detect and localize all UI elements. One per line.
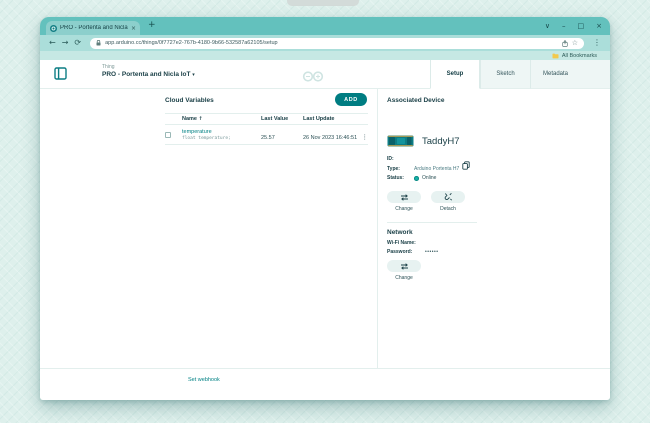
password-value: •••••• xyxy=(425,249,439,255)
thing-tabs: Setup Sketch Metadata xyxy=(430,60,610,89)
thing-label: Thing xyxy=(102,64,195,70)
detach-icon xyxy=(444,193,453,201)
variable-last-value: 25.57 xyxy=(261,135,275,141)
sort-asc-icon: ↑ xyxy=(199,116,203,122)
browser-menu-icon[interactable]: ⋮ xyxy=(593,39,601,47)
variables-table: Name ↑ Last Value Last Update xyxy=(165,113,368,145)
browser-toolbar: ← → ⟳ app.arduino.cc/things/0f7727e2-767… xyxy=(40,35,610,51)
device-status-value: Online xyxy=(422,175,436,181)
bookmark-star-icon[interactable]: ☆ xyxy=(572,40,578,47)
column-header-last-value[interactable]: Last Value xyxy=(261,116,303,122)
change-device-button[interactable] xyxy=(387,191,421,203)
arduino-favicon xyxy=(50,25,57,32)
address-bar[interactable]: app.arduino.cc/things/0f7727e2-767b-4180… xyxy=(90,38,584,49)
tab-strip-filler xyxy=(580,60,610,89)
copy-icon xyxy=(462,161,470,170)
network-title: Network xyxy=(387,229,413,236)
all-bookmarks-button[interactable]: All Bookmarks xyxy=(562,53,597,59)
tab-title: PRO - Portenta and Nicla IoT Th xyxy=(60,25,128,31)
setup-panel: Cloud Variables ADD Name ↑ Last Value xyxy=(40,89,610,400)
device-board-image xyxy=(387,135,414,147)
tab-sketch[interactable]: Sketch xyxy=(480,60,530,89)
column-divider xyxy=(377,89,378,368)
url-text: app.arduino.cc/things/0f7727e2-767b-4180… xyxy=(105,40,558,46)
associated-device-title: Associated Device xyxy=(387,97,444,104)
table-header-row: Name ↑ Last Value Last Update xyxy=(165,113,368,125)
wifi-row: Wi-Fi Name: xyxy=(387,240,425,246)
new-tab-button[interactable]: + xyxy=(148,20,156,30)
device-status-row: Status: Online xyxy=(387,175,436,181)
tab-close-icon[interactable]: × xyxy=(131,25,136,32)
lock-icon xyxy=(96,40,101,46)
browser-window: PRO - Portenta and Nicla IoT Th × + ∨ – … xyxy=(40,17,610,400)
minimize-button[interactable]: – xyxy=(562,22,566,30)
device-type-value: Arduino Portenta H7 xyxy=(414,166,459,172)
close-window-button[interactable]: × xyxy=(596,22,602,30)
thing-name-dropdown[interactable]: PRO - Portenta and Nicla IoT ▾ xyxy=(102,71,195,78)
desktop-background: PRO - Portenta and Nicla IoT Th × + ∨ – … xyxy=(0,0,650,423)
arduino-logo-icon xyxy=(302,69,324,87)
sidebar-toggle-button[interactable] xyxy=(54,67,67,85)
browser-tab-bar: PRO - Portenta and Nicla IoT Th × + ∨ – … xyxy=(40,17,610,35)
device-id-row: ID: xyxy=(387,156,414,162)
row-checkbox[interactable] xyxy=(165,132,171,138)
device-type-row: Type: Arduino Portenta H7 xyxy=(387,166,459,172)
thing-header: Thing PRO - Portenta and Nicla IoT ▾ xyxy=(40,60,610,89)
set-webhook-link[interactable]: Set webhook xyxy=(188,377,220,383)
column-header-last-update[interactable]: Last Update xyxy=(303,116,360,122)
cloud-variables-title: Cloud Variables xyxy=(165,97,214,104)
sidebar-toggle-icon xyxy=(54,67,67,80)
table-row: temperature float temperature; 25.57 26 … xyxy=(165,125,368,145)
bookmarks-bar: All Bookmarks xyxy=(40,51,610,60)
column-header-name[interactable]: Name ↑ xyxy=(182,116,261,122)
share-icon[interactable] xyxy=(562,40,568,47)
variable-declaration: float temperature; xyxy=(182,136,261,141)
arduino-cloud-page: Thing PRO - Portenta and Nicla IoT ▾ xyxy=(40,60,610,400)
forward-icon[interactable]: → xyxy=(62,39,69,47)
back-icon[interactable]: ← xyxy=(49,39,56,47)
change-network-button[interactable] xyxy=(387,260,421,272)
password-row: Password: •••••• xyxy=(387,249,439,255)
variable-last-update: 26 Nov 2023 16:46:51 xyxy=(303,135,357,141)
folder-icon xyxy=(552,53,559,59)
tab-setup[interactable]: Setup xyxy=(430,60,480,89)
tab-metadata[interactable]: Metadata xyxy=(530,60,580,89)
copy-id-button[interactable] xyxy=(462,157,470,175)
detach-device-label: Detach xyxy=(431,206,465,212)
add-variable-button[interactable]: ADD xyxy=(335,93,367,106)
reload-icon[interactable]: ⟳ xyxy=(74,39,81,47)
swap-icon xyxy=(400,263,409,270)
device-name: TaddyH7 xyxy=(422,136,460,147)
device-summary: TaddyH7 xyxy=(387,135,460,147)
screen-notch xyxy=(287,0,359,6)
webhook-footer: Set webhook xyxy=(40,368,610,400)
row-menu-icon[interactable]: ⋮ xyxy=(362,133,369,141)
thing-title-block: Thing PRO - Portenta and Nicla IoT ▾ xyxy=(102,64,195,78)
change-device-label: Change xyxy=(387,206,421,212)
online-status-icon xyxy=(414,176,419,181)
tab-search-icon[interactable]: ∨ xyxy=(545,22,550,30)
change-network-label: Change xyxy=(387,275,421,281)
maximize-button[interactable]: □ xyxy=(578,22,585,30)
chevron-down-icon: ▾ xyxy=(192,72,195,78)
swap-icon xyxy=(400,194,409,201)
variable-name-link[interactable]: temperature xyxy=(182,129,261,135)
detach-device-button[interactable] xyxy=(431,191,465,203)
network-divider xyxy=(387,222,477,223)
browser-tab[interactable]: PRO - Portenta and Nicla IoT Th × xyxy=(46,21,140,35)
